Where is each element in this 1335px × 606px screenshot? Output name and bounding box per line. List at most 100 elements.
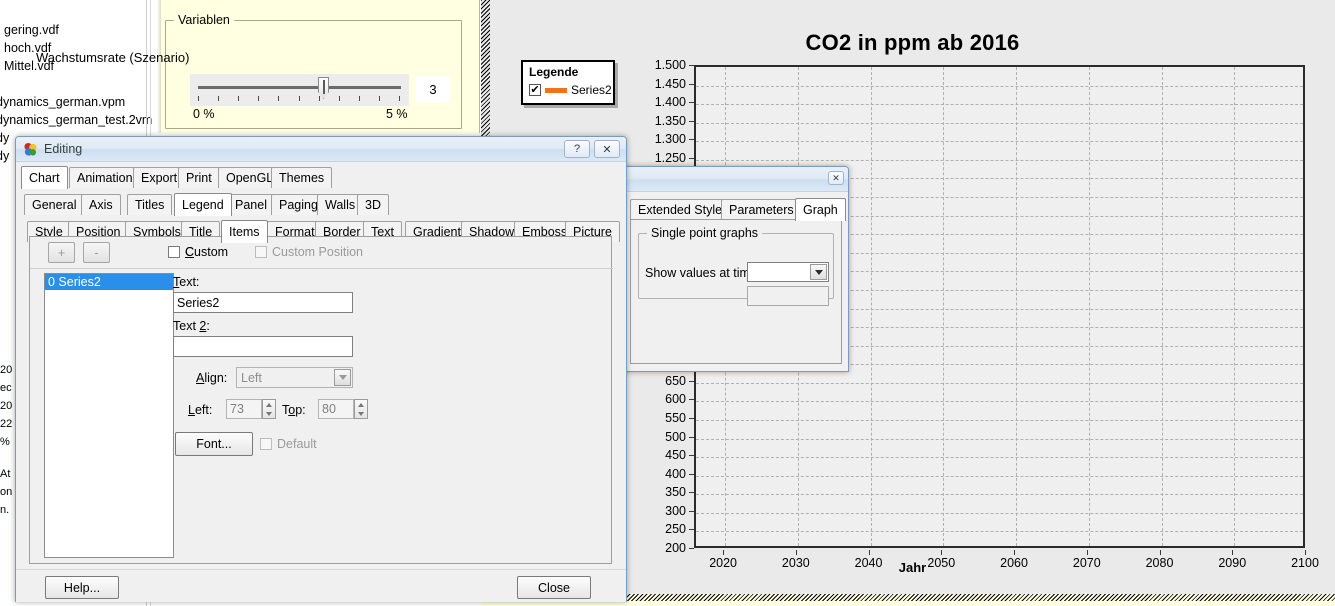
level1-tabs[interactable]: Chart Animations Export Print OpenGL The… [21, 166, 626, 191]
help-titlebar-button[interactable]: ? [564, 140, 590, 158]
custom-position-checkbox-label: Custom Position [272, 245, 364, 259]
chevron-down-icon[interactable] [334, 369, 351, 386]
y-axis-tick [689, 157, 694, 159]
slider-track [198, 86, 401, 89]
legend-color-swatch [545, 87, 567, 93]
x-axis-tick [1014, 550, 1016, 555]
top-spinner[interactable] [354, 399, 368, 419]
y-axis-tick [689, 548, 694, 549]
align-combo[interactable]: Left [236, 367, 353, 388]
close-titlebar-button[interactable]: ✕ [594, 140, 620, 158]
custom-position-checkbox[interactable] [255, 246, 267, 258]
tab-parameters[interactable]: Parameters [721, 199, 802, 220]
grid-line-horizontal [696, 457, 1303, 459]
font-button-label: Font... [196, 437, 232, 451]
font-button[interactable]: Font... [175, 432, 253, 456]
legend-checkbox[interactable]: ✔ [529, 84, 541, 96]
tab-label: Chart [29, 171, 60, 185]
show-values-at-time-combo[interactable] [747, 262, 829, 282]
tab-themes[interactable]: Themes [271, 167, 333, 188]
y-axis-tick [689, 492, 694, 494]
text-label: Text: [173, 275, 200, 289]
y-axis-label: 250 [665, 522, 686, 537]
left-input-value: 73 [230, 402, 244, 416]
y-axis-label: 1.350 [654, 113, 686, 128]
y-axis-label: 1.500 [654, 58, 686, 72]
left-input[interactable]: 73 [226, 399, 262, 419]
tab-items[interactable]: Items [221, 220, 268, 243]
tab-label: Legend [182, 198, 224, 212]
chart-legend[interactable]: Legende ✔ Series2 [521, 60, 615, 105]
tab-label: Paging [279, 198, 318, 212]
grid-line-vertical [943, 67, 945, 546]
spinner-down-icon[interactable] [355, 409, 367, 418]
y-axis-label: 1.250 [654, 150, 686, 165]
items-pane: + - CCustom Custom Position 0 Series2 Te… [29, 236, 613, 564]
screen-root: gering.vdf hoch.vdf Mittel.vdf dynamics_… [0, 0, 1335, 606]
top-label: Top: [282, 403, 306, 417]
grid-line-vertical [1234, 67, 1236, 546]
toolbar-divider [30, 268, 613, 269]
tab-chart[interactable]: Chart [21, 166, 68, 189]
tab-graph[interactable]: Graph [795, 198, 846, 221]
graph-dialog[interactable]: ✕ Extended Styles Parameters Graph Singl… [621, 166, 849, 372]
list-item[interactable]: dy [0, 149, 9, 163]
tab-3d[interactable]: 3D [357, 194, 389, 215]
spinner-down-icon[interactable] [263, 409, 275, 418]
y-axis-tick [689, 120, 694, 122]
help-button[interactable]: Help... [45, 576, 119, 599]
list-item[interactable]: dynamics_german.vpm [0, 95, 125, 109]
tab-label: Parameters [729, 203, 794, 217]
spinner-up-icon[interactable] [263, 400, 275, 409]
y-axis-tick [689, 473, 694, 475]
tab-label: Extended Styles [638, 203, 729, 217]
text-fragment: on [0, 486, 13, 498]
left-spinner[interactable] [262, 399, 276, 419]
text-fragment: 22 [0, 418, 13, 430]
growth-rate-value[interactable]: 3 [416, 76, 450, 102]
show-values-at-time-field[interactable] [747, 286, 829, 306]
list-item[interactable]: 0 Series2 [45, 274, 173, 290]
tab-print[interactable]: Print [178, 167, 220, 188]
default-checkbox-label: Default [277, 437, 317, 451]
tab-general[interactable]: General [24, 194, 85, 215]
grid-line-horizontal [696, 382, 1303, 384]
list-item[interactable]: gering.vdf [4, 23, 59, 37]
legend-items-listbox[interactable]: 0 Series2 [44, 273, 174, 558]
list-item[interactable]: dy [0, 131, 9, 145]
grid-line-horizontal [696, 104, 1303, 106]
tab-label: OpenGL [226, 171, 274, 185]
custom-checkbox[interactable] [168, 246, 180, 258]
text-input[interactable]: Series2 [173, 292, 353, 313]
y-axis-label: 1.300 [654, 132, 686, 147]
list-item[interactable]: dynamics_german_test.2vm [0, 113, 152, 127]
text2-input[interactable] [173, 336, 353, 357]
app-icon [24, 142, 37, 156]
graph-dialog-titlebar[interactable]: ✕ [622, 167, 848, 192]
custom-label-text: Custom [185, 245, 229, 259]
growth-rate-slider[interactable] [190, 74, 409, 106]
chevron-down-icon[interactable] [810, 264, 827, 280]
x-axis-tick [1086, 550, 1088, 555]
remove-item-button[interactable]: - [83, 242, 110, 263]
default-checkbox[interactable] [260, 438, 272, 450]
tab-label: Walls [325, 198, 356, 212]
grid-line-horizontal [696, 494, 1303, 496]
graph-dialog-close-button[interactable]: ✕ [828, 171, 844, 185]
y-axis-tick [689, 529, 694, 531]
tab-axis[interactable]: Axis [81, 194, 121, 215]
editing-dialog-titlebar[interactable]: Editing ? ✕ [16, 137, 626, 162]
tab-titles[interactable]: Titles [127, 194, 173, 215]
level2-tabs[interactable]: General Axis Titles Legend Panel Paging … [24, 193, 626, 218]
legend-item[interactable]: ✔ Series2 [529, 83, 612, 97]
add-item-button[interactable]: + [48, 242, 75, 263]
spinner-up-icon[interactable] [355, 400, 367, 409]
close-button[interactable]: Close [517, 576, 591, 599]
tab-panel[interactable]: Panel [227, 194, 275, 215]
tab-label: Print [186, 171, 212, 185]
tab-legend[interactable]: Legend [174, 193, 232, 216]
y-axis-tick [689, 102, 694, 104]
top-input[interactable]: 80 [318, 399, 354, 419]
editing-dialog[interactable]: Editing ? ✕ Chart Animations Export Prin… [15, 136, 627, 602]
slider-min-label: 0 % [193, 107, 215, 121]
